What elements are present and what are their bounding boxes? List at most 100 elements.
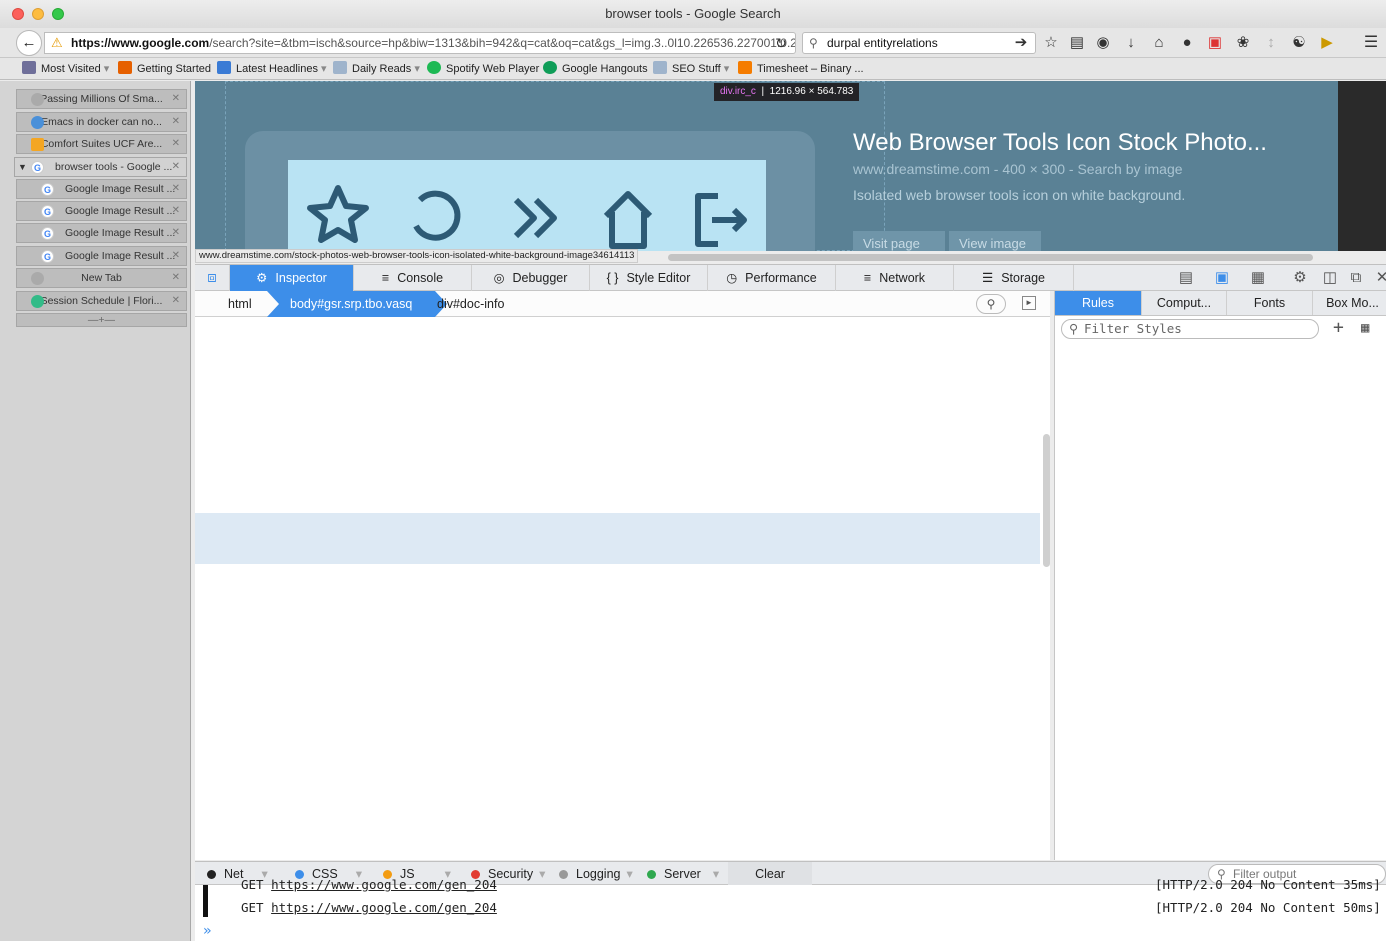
close-tab-icon[interactable]: ✕ [172,292,180,310]
toggle-sidebar-icon[interactable]: ► [1022,296,1036,310]
collapse-triangle-icon[interactable]: ▼ [18,158,27,176]
bookmark-getting-started[interactable]: Getting Started [118,61,211,77]
rules-view[interactable]: ⚲ Filter Styles + ▦ [1054,316,1386,860]
screenshot-node-icon[interactable]: ▦ [1247,267,1269,289]
breadcrumb-item[interactable]: div#doc-info [437,291,504,317]
sidebar-tab[interactable]: G Google Image Result ... ✕ [16,201,187,221]
undock-icon[interactable]: ⧉ [1345,267,1367,289]
pseudo-class-icon[interactable]: ▦ [1361,320,1369,336]
add-rule-icon[interactable]: + [1333,318,1344,338]
tab-storage[interactable]: ☰ Storage [954,265,1074,291]
console-line[interactable]: GET https://www.google.com/gen_204 [241,878,497,892]
filter-logging-button[interactable]: Logging ▾ [559,862,633,886]
chat-icon[interactable]: ● [1176,32,1198,54]
dock-side-icon[interactable]: ◫ [1319,267,1341,289]
tab-console[interactable]: ≡ Console [354,265,472,291]
console-output[interactable]: GET https://www.google.com/gen_204 [HTTP… [195,878,1386,941]
close-tab-icon[interactable]: ✕ [172,135,180,153]
bookmark-latest-headlines[interactable]: Latest Headlines ▾ [217,61,327,77]
extension-icon[interactable]: ↕ [1260,32,1282,54]
close-tab-icon[interactable]: ✕ [172,224,180,242]
bookmark-spotify[interactable]: Spotify Web Player [427,61,539,77]
new-tab-button[interactable]: —+— [16,313,187,327]
sidebar-tab[interactable]: Comfort Suites UCF Are... ✕ [16,134,187,154]
bookmark-daily-reads[interactable]: Daily Reads ▾ [333,61,420,77]
bookmark-seo-stuff[interactable]: SEO Stuff ▾ [653,61,729,77]
close-tab-icon[interactable]: ✕ [172,202,180,220]
tab-inspector[interactable]: ⚙ Inspector [230,265,354,291]
visit-page-button[interactable]: Visit page [853,231,945,251]
preview-image[interactable] [288,160,766,251]
horizontal-scrollbar[interactable] [668,254,1313,261]
bookmark-star-icon[interactable]: ☆ [1040,32,1062,54]
close-window-button[interactable] [12,8,24,20]
tab-box-model[interactable]: Box Mo... [1313,291,1386,315]
close-tab-icon[interactable]: ✕ [172,247,180,265]
go-arrow-icon[interactable]: ➔ [1010,32,1032,54]
responsive-mode-icon[interactable]: ▤ [1175,267,1197,289]
warning-lock-icon[interactable]: ⚠ [51,33,63,53]
screenshot-icon[interactable]: ▣ [1204,32,1226,54]
dock-bottom-icon[interactable]: ▣ [1211,267,1233,289]
markup-scrollbar[interactable] [1043,434,1050,567]
breadcrumb-item[interactable]: html [228,291,252,317]
view-image-button[interactable]: View image [949,231,1041,251]
bookmark-hangouts[interactable]: Google Hangouts [543,61,648,77]
sidebar-tab-active[interactable]: ▼ Gbrowser tools - Google ... ✕ [14,157,187,177]
close-devtools-icon[interactable]: ✕ [1371,267,1386,289]
favicon-icon [31,272,44,285]
google-favicon-icon: G [41,183,54,196]
bug-icon[interactable]: ❀ [1232,32,1254,54]
url-bar[interactable]: ⚠ https://www.google.com/search?site=&tb… [44,32,796,54]
close-tab-icon[interactable]: ✕ [172,113,180,131]
sidebar-tab[interactable]: Passing Millions Of Sma... ✕ [16,89,187,109]
tab-sidebar: Passing Millions Of Sma... ✕ Emacs in doc… [0,81,191,941]
search-bar[interactable]: ⚲ durpal entityrelations [802,32,1036,54]
bookmark-timesheet[interactable]: Timesheet – Binary ... [738,61,864,77]
pocket-icon[interactable]: ◉ [1092,32,1114,54]
tab-network[interactable]: ≡ Network [836,265,954,291]
minimize-window-button[interactable] [32,8,44,20]
close-tab-icon[interactable]: ✕ [172,269,180,287]
tab-computed[interactable]: Comput... [1142,291,1227,315]
close-tab-icon[interactable]: ✕ [172,158,180,176]
hamburger-menu-icon[interactable]: ☰ [1360,32,1382,54]
reader-list-icon[interactable]: ▤ [1066,32,1088,54]
sidebar-tab[interactable]: Emacs in docker can no... ✕ [16,112,187,132]
sidebar-tab[interactable]: Session Schedule | Flori... ✕ [16,291,187,311]
image-title[interactable]: Web Browser Tools Icon Stock Photo... [853,129,1267,157]
markup-view[interactable] [195,317,1050,860]
home-icon[interactable]: ⌂ [1148,32,1170,54]
tab-performance[interactable]: ◷ Performance [708,265,836,291]
addon-icon[interactable]: ▶ [1316,32,1338,54]
image-source[interactable]: www.dreamstime.com - 400 × 300 - Search … [853,161,1183,177]
tab-style-editor[interactable]: { } Style Editor [590,265,708,291]
tab-rules[interactable]: Rules [1055,291,1142,315]
sidebar-tab[interactable]: G Google Image Result ... ✕ [16,223,187,243]
console-status: [HTTP/2.0 204 No Content 50ms] [1155,900,1381,915]
sidebar-tab[interactable]: G Google Image Result ... ✕ [16,246,187,266]
filter-styles-input[interactable]: ⚲ Filter Styles [1061,319,1319,339]
reload-icon[interactable]: ↻ [770,32,792,54]
close-tab-icon[interactable]: ✕ [172,180,180,198]
tab-fonts[interactable]: Fonts [1227,291,1313,315]
google-favicon-icon: G [41,205,54,218]
star-icon [307,185,369,243]
bookmark-most-visited[interactable]: Most Visited ▾ [22,61,109,77]
sitemap-icon[interactable]: ☯ [1288,32,1310,54]
console-line[interactable]: GET https://www.google.com/gen_204 [241,901,497,915]
filter-server-button[interactable]: Server ▾ [647,862,719,886]
pick-element-icon[interactable]: ⧈ [195,265,230,291]
breadcrumb-item-active[interactable]: body#gsr.srp.tbo.vasq [290,291,412,317]
sidebar-tab[interactable]: New Tab ✕ [16,268,187,288]
tab-debugger[interactable]: ◎ Debugger [472,265,590,291]
clear-button[interactable]: Clear [728,862,812,886]
back-button[interactable]: ← [16,30,42,56]
markup-search-icon[interactable]: ⚲ [976,294,1006,314]
close-tab-icon[interactable]: ✕ [172,90,180,108]
maximize-window-button[interactable] [52,8,64,20]
sidebar-tab[interactable]: G Google Image Result ... ✕ [16,179,187,199]
settings-gear-icon[interactable]: ⚙ [1289,267,1311,289]
downloads-icon[interactable]: ↓ [1120,32,1142,54]
console-prompt[interactable]: » [203,923,211,939]
